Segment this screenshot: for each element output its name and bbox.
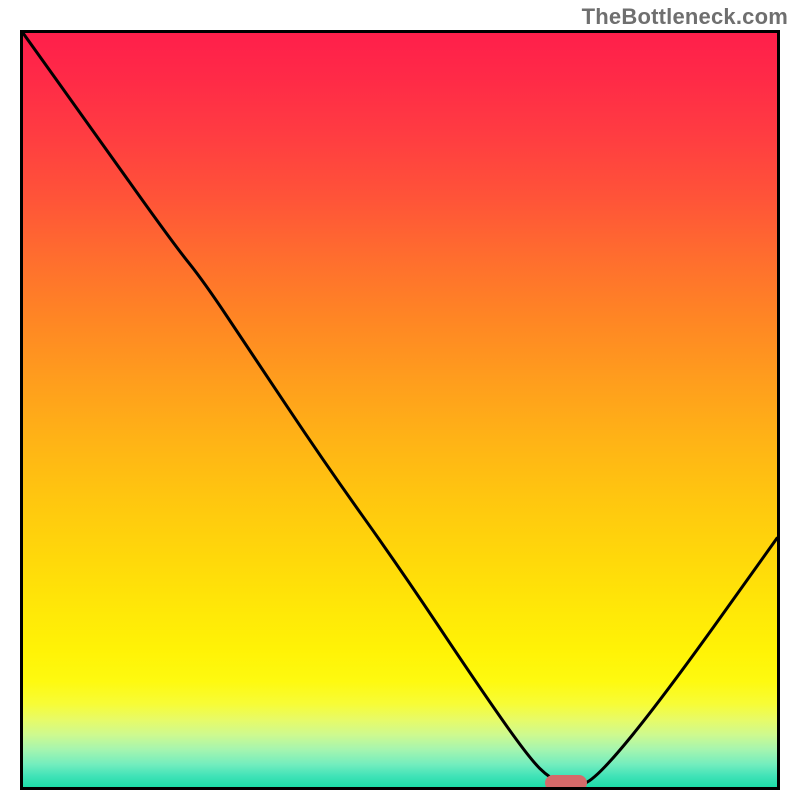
- optimal-marker: [545, 775, 587, 790]
- bottleneck-curve: [23, 33, 777, 787]
- chart-container: TheBottleneck.com: [0, 0, 800, 800]
- plot-frame: [20, 30, 780, 790]
- watermark-text: TheBottleneck.com: [582, 4, 788, 30]
